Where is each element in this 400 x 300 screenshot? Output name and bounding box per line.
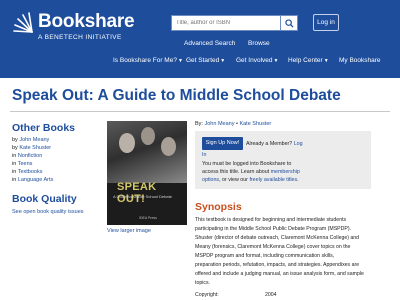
- byline-author-john-meany[interactable]: John Meany: [204, 121, 234, 127]
- caret-down-icon: ▼: [220, 58, 226, 64]
- author-link-john-meany[interactable]: John Meany: [19, 137, 49, 143]
- category-link-nonfiction[interactable]: Nonfiction: [18, 153, 42, 159]
- nav-label: Get Involved: [236, 57, 273, 64]
- browse-link[interactable]: Browse: [248, 40, 270, 47]
- freely-available-titles-link[interactable]: freely available titles: [249, 177, 297, 183]
- caret-down-icon: ▼: [273, 58, 279, 64]
- nav-get-started[interactable]: Get Started▼: [186, 57, 225, 64]
- nav-label: Help Center: [288, 57, 323, 64]
- login-button[interactable]: Log in: [313, 14, 339, 31]
- book-cover-image[interactable]: SPEAK OUT! A Guide to Middle School Deba…: [107, 121, 187, 225]
- other-books-heading: Other Books: [12, 122, 76, 134]
- nav-label: Get Started: [186, 57, 220, 64]
- nav-my-bookshare[interactable]: My Bookshare: [339, 57, 381, 64]
- cover-figure: [141, 127, 155, 145]
- book-quality-issues-link[interactable]: See open book quality issues: [12, 209, 84, 215]
- synopsis-line: preparation periods, refutation, impacts…: [195, 262, 360, 268]
- synopsis-line: offered and include a judging manual, an…: [195, 271, 364, 277]
- login-link-continued[interactable]: In: [202, 152, 206, 158]
- site-header: Bookshare A BENETECH INITIATIVE Log in A…: [0, 0, 400, 78]
- bookshare-fan-icon: [13, 12, 33, 33]
- title-divider: [10, 111, 390, 112]
- sign-up-button[interactable]: Sign Up Now!: [202, 137, 243, 150]
- other-books-item: in Nonfiction: [12, 153, 42, 159]
- learn-text: access this title. Learn about: [202, 169, 270, 175]
- item-prefix: in: [12, 153, 17, 159]
- item-prefix: by: [12, 137, 18, 143]
- login-required-text: You must be logged into Bookshare to: [202, 161, 292, 167]
- author-byline: By: John Meany • Kate Shuster: [195, 121, 271, 127]
- other-books-item: in Language Arts: [12, 177, 53, 183]
- login-link[interactable]: Log: [294, 141, 303, 147]
- synopsis-heading: Synopsis: [195, 201, 242, 213]
- membership-options-link[interactable]: options: [202, 177, 219, 183]
- nav-is-bookshare-for-me[interactable]: Is Bookshare For Me?▼: [113, 57, 183, 64]
- synopsis-line: This textbook is designed for beginning …: [195, 217, 347, 223]
- synopsis-line: Meany (forensics, Claremont McKenna Coll…: [195, 244, 351, 250]
- other-books-item: by John Meany: [12, 137, 49, 143]
- nav-label: Is Bookshare For Me?: [113, 57, 177, 64]
- caret-down-icon: ▼: [177, 58, 183, 64]
- cover-photo: [107, 121, 187, 183]
- byline-label: By:: [195, 121, 203, 127]
- page-title: Speak Out: A Guide to Middle School Deba…: [12, 87, 341, 104]
- category-link-teens[interactable]: Teens: [18, 161, 33, 167]
- options-text: options, or view our freely available ti…: [202, 177, 299, 183]
- category-link-language-arts[interactable]: Language Arts: [18, 177, 53, 183]
- view-larger-image-link[interactable]: View larger image: [107, 228, 151, 234]
- item-prefix: in: [12, 177, 17, 183]
- synopsis-line: MSPDP program and format, including comm…: [195, 253, 335, 259]
- synopsis-line: Shuster (director of debate outreach, Cl…: [195, 235, 360, 241]
- advanced-search-link[interactable]: Advanced Search: [184, 40, 235, 47]
- logo-tagline: A BENETECH INITIATIVE: [38, 34, 122, 41]
- category-link-textbooks[interactable]: Textbooks: [18, 169, 43, 175]
- cover-figure: [119, 133, 135, 153]
- item-prefix: in: [12, 161, 17, 167]
- other-books-item: by Kate Shuster: [12, 145, 51, 151]
- cover-title: SPEAK OUT!: [117, 181, 157, 205]
- already-member-text: Already a Member? Log: [246, 141, 303, 147]
- copyright-value: 2004: [265, 292, 277, 298]
- byline-separator: •: [235, 121, 238, 127]
- other-books-item: in Textbooks: [12, 169, 42, 175]
- book-quality-heading: Book Quality: [12, 193, 77, 205]
- nav-help-center[interactable]: Help Center▼: [288, 57, 329, 64]
- caret-down-icon: ▼: [323, 58, 329, 64]
- cover-publisher: IDEA Press: [139, 216, 157, 220]
- synopsis-line: topics.: [195, 280, 210, 286]
- learn-membership-text: access this title. Learn about membershi…: [202, 169, 300, 175]
- logo-wordmark: Bookshare: [38, 11, 135, 32]
- item-prefix: in: [12, 169, 17, 175]
- search-icon: [285, 19, 294, 28]
- byline-author-kate-shuster[interactable]: Kate Shuster: [239, 121, 271, 127]
- search-input[interactable]: [171, 15, 281, 31]
- options-mid-text: , or view our: [219, 177, 248, 183]
- already-member-label: Already a Member?: [246, 141, 293, 147]
- cover-figure: [161, 137, 176, 156]
- other-books-item: in Teens: [12, 161, 32, 167]
- copyright-label: Copyright:: [195, 292, 219, 298]
- cover-subtitle: A Guide to Middle School Debate: [113, 194, 172, 199]
- author-link-kate-shuster[interactable]: Kate Shuster: [19, 145, 51, 151]
- item-prefix: by: [12, 145, 18, 151]
- nav-get-involved[interactable]: Get Involved▼: [236, 57, 278, 64]
- period: .: [297, 177, 299, 183]
- search-button[interactable]: [281, 15, 298, 31]
- synopsis-line: participating in the Middle School Publi…: [195, 226, 351, 232]
- membership-link[interactable]: membership: [271, 169, 300, 175]
